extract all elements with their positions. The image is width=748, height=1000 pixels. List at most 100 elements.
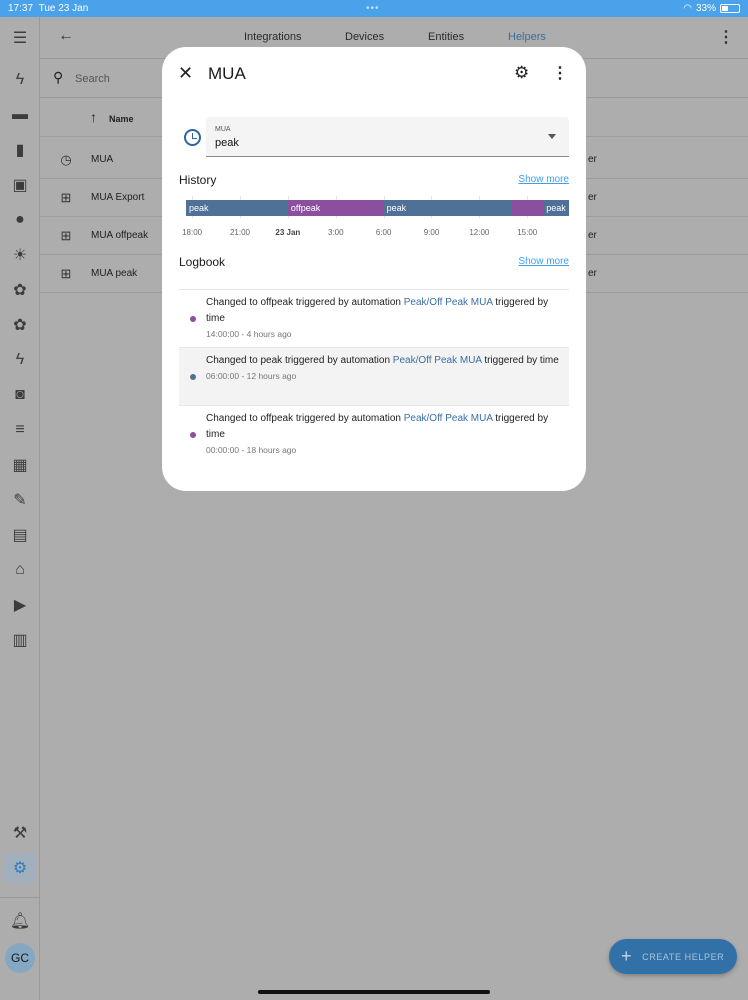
- list-icon[interactable]: ≡: [8, 418, 32, 442]
- counter-icon: ⊞: [60, 266, 72, 281]
- row-type: er: [588, 230, 597, 241]
- counter-icon: ⊞: [60, 190, 72, 205]
- entry-text: Changed to peak triggered by automation: [206, 355, 393, 366]
- timeline-segment-offpeak[interactable]: offpeak: [287, 200, 384, 216]
- history-heading: History: [179, 173, 217, 187]
- battery-percent: 33%: [695, 3, 716, 14]
- row-name: MUA peak: [91, 268, 138, 279]
- clock-icon: ◷: [60, 152, 72, 167]
- bell-icon[interactable]: 🔔︎: [8, 909, 32, 933]
- tab-helpers[interactable]: Helpers: [508, 31, 546, 43]
- create-helper-button[interactable]: + CREATE HELPER: [609, 939, 737, 974]
- state-dot-icon: [190, 432, 196, 438]
- state-dot-icon: [190, 316, 196, 322]
- timeline-tick-label: 12:00: [469, 228, 490, 237]
- more-options-icon[interactable]: ⋮: [552, 63, 568, 83]
- battery-icon: [720, 4, 740, 13]
- logbook-entry: Changed to offpeak triggered by automati…: [179, 289, 569, 347]
- entry-text: Changed to offpeak triggered by automati…: [206, 413, 404, 424]
- tab-devices[interactable]: Devices: [345, 31, 384, 43]
- chart-icon[interactable]: ▦: [8, 453, 32, 477]
- sidebar: ☰ ϟ ▬ ▮ ▣ ● ☀ ✿ ✿ ϟ ◙ ≡ ▦ ✎ ▤ ⌂ ▶ ▥ ⚒ ⚙ …: [0, 17, 40, 1000]
- row-type: er: [588, 268, 597, 279]
- entry-message: Changed to offpeak triggered by automati…: [206, 411, 569, 443]
- timeline-tick-label: 9:00: [423, 228, 440, 237]
- flower-icon[interactable]: ✿: [8, 278, 32, 302]
- multitask-dots-icon[interactable]: •••: [366, 3, 380, 14]
- back-arrow-icon[interactable]: ←: [58, 27, 74, 45]
- battery-icon[interactable]: ▮: [8, 138, 32, 162]
- entry-message: Changed to peak triggered by automation …: [206, 353, 569, 369]
- hacs-icon[interactable]: ▤: [8, 523, 32, 547]
- timeline-tick-label: 6:00: [375, 228, 392, 237]
- solar-icon[interactable]: ▣: [8, 173, 32, 197]
- row-type: er: [588, 154, 597, 165]
- timeline-tick-label: 3:00: [327, 228, 344, 237]
- logbook-entry: Changed to peak triggered by automation …: [179, 347, 569, 405]
- settings-icon[interactable]: ⚙: [4, 853, 36, 883]
- account-box-icon[interactable]: ◙: [8, 383, 32, 407]
- history-show-more-link[interactable]: Show more: [518, 174, 569, 185]
- row-name: MUA: [91, 154, 114, 165]
- search-placeholder: Search: [75, 73, 110, 85]
- energy-icon[interactable]: ϟ: [8, 68, 32, 92]
- clipboard-icon[interactable]: ▥: [8, 628, 32, 652]
- tab-entities[interactable]: Entities: [428, 31, 464, 43]
- create-helper-label: CREATE HELPER: [642, 951, 725, 962]
- weather-icon[interactable]: ☀: [8, 243, 32, 267]
- select-label: MUA: [215, 126, 231, 133]
- row-type: er: [588, 192, 597, 203]
- logbook-entry: Changed to offpeak triggered by automati…: [179, 405, 569, 463]
- timeline-segment-peak[interactable]: peak: [186, 200, 288, 216]
- timeline-tick-label: 15:00: [517, 228, 538, 237]
- menu-icon[interactable]: ☰: [8, 26, 32, 50]
- status-date: Tue 23 Jan: [38, 3, 89, 14]
- logbook-heading: Logbook: [179, 255, 226, 269]
- wifi-icon: ◠: [683, 3, 692, 14]
- lightbulb-icon[interactable]: ●: [8, 208, 32, 232]
- scrolled-entry-fragment: [206, 271, 208, 277]
- row-name: MUA offpeak: [91, 230, 149, 241]
- wrench-icon[interactable]: ✎: [8, 488, 32, 512]
- entry-time: 06:00:00 - 12 hours ago: [206, 371, 297, 381]
- entry-message: Changed to offpeak triggered by automati…: [206, 295, 569, 327]
- state-select[interactable]: MUA peak: [206, 117, 569, 157]
- automation-link[interactable]: Peak/Off Peak MUA: [393, 355, 482, 366]
- status-time: 17:37: [8, 3, 34, 14]
- automation-link[interactable]: Peak/Off Peak MUA: [404, 297, 493, 308]
- timeline-segment-peak[interactable]: peak: [383, 200, 512, 216]
- close-icon[interactable]: ✕: [178, 63, 193, 84]
- sidebar-divider: [0, 897, 40, 898]
- lightning-icon[interactable]: ϟ: [8, 348, 32, 372]
- home-indicator[interactable]: [258, 990, 490, 994]
- timeline-tick-label: 21:00: [229, 228, 250, 237]
- select-value: peak: [215, 137, 239, 149]
- avatar[interactable]: GC: [5, 943, 35, 973]
- counter-icon: ⊞: [60, 228, 72, 243]
- state-dot-icon: [190, 374, 196, 380]
- entry-text: Changed to offpeak triggered by automati…: [206, 297, 404, 308]
- entry-text-end: triggered by time: [481, 355, 559, 366]
- row-name: MUA Export: [91, 192, 145, 203]
- more-icon[interactable]: ⋮: [718, 27, 734, 47]
- dialog-title: MUA: [208, 64, 246, 83]
- car-icon[interactable]: ▬: [8, 103, 32, 127]
- entity-dialog: ✕ MUA ⚙ ⋮ MUA peak History Show more 18:…: [162, 47, 586, 491]
- media-icon[interactable]: ▶: [8, 593, 32, 617]
- home-icon[interactable]: ⌂: [8, 558, 32, 582]
- hammer-icon[interactable]: ⚒: [8, 821, 32, 845]
- logbook-show-more-link[interactable]: Show more: [518, 256, 569, 267]
- plus-icon: +: [621, 946, 633, 966]
- timeline-tick-label: 18:00: [182, 228, 203, 237]
- clock-icon: [184, 129, 201, 146]
- timeline-segment-offpeak[interactable]: [511, 200, 544, 216]
- dropdown-arrow-icon: [548, 134, 556, 143]
- sort-arrow-up-icon: ↑: [90, 109, 97, 125]
- search-icon: ⚲: [53, 69, 64, 85]
- flower-icon-2[interactable]: ✿: [8, 313, 32, 337]
- timeline-segment-peak[interactable]: peak: [543, 200, 569, 216]
- history-timeline[interactable]: 18:00 21:00 23 Jan 3:00 6:00 9:00 12:00 …: [182, 196, 569, 240]
- settings-gear-icon[interactable]: ⚙: [514, 63, 529, 83]
- tab-integrations[interactable]: Integrations: [244, 31, 301, 43]
- automation-link[interactable]: Peak/Off Peak MUA: [404, 413, 493, 424]
